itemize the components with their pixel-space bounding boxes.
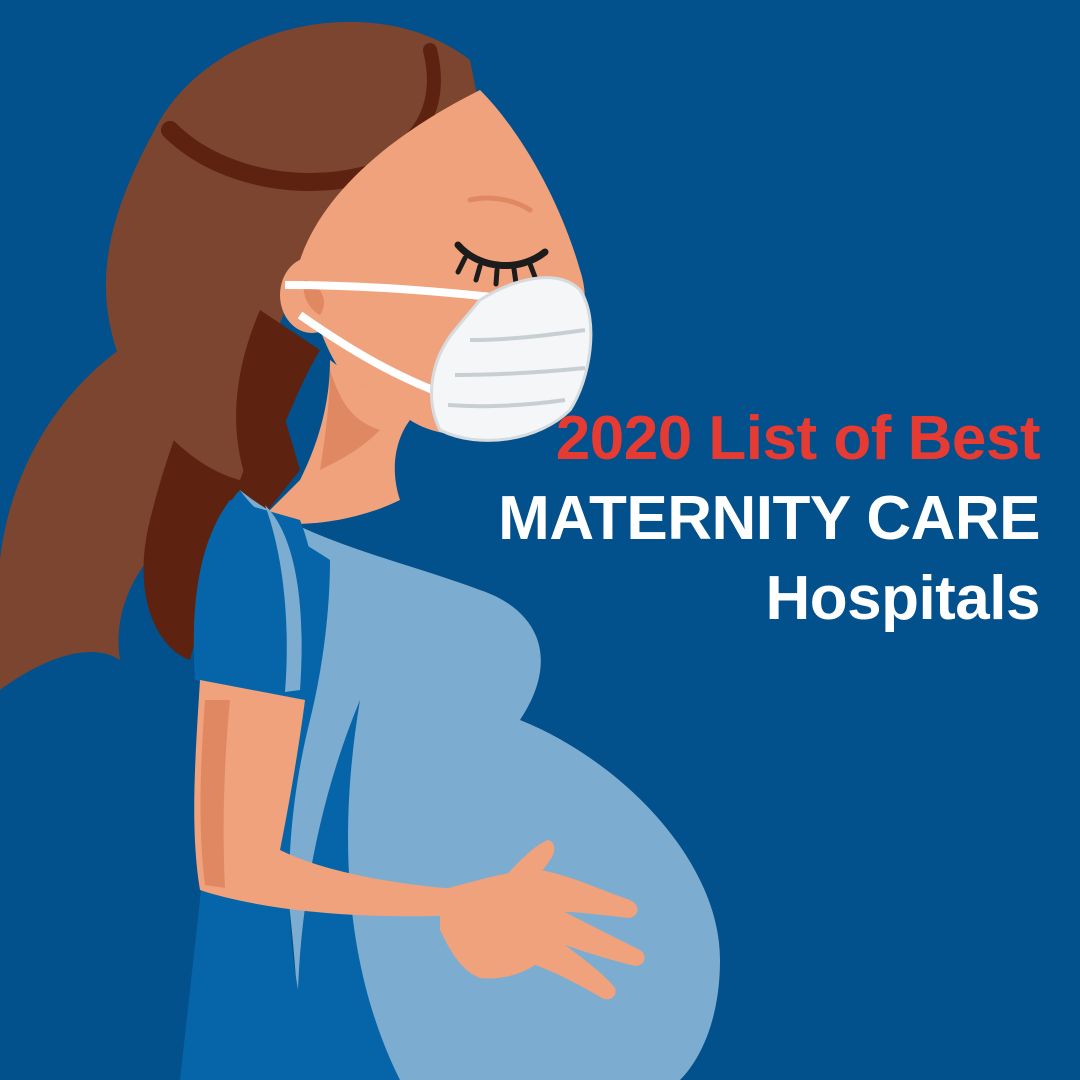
headline-hospitals-line: Hospitals xyxy=(765,564,1040,633)
poster-canvas: 2020 List of Best MATERNITY CARE Hospita… xyxy=(0,0,1080,1080)
headline: 2020 List of Best MATERNITY CARE Hospita… xyxy=(440,408,1040,630)
headline-category-line: MATERNITY CARE xyxy=(498,484,1040,553)
headline-year-line: 2020 List of Best xyxy=(555,404,1041,473)
